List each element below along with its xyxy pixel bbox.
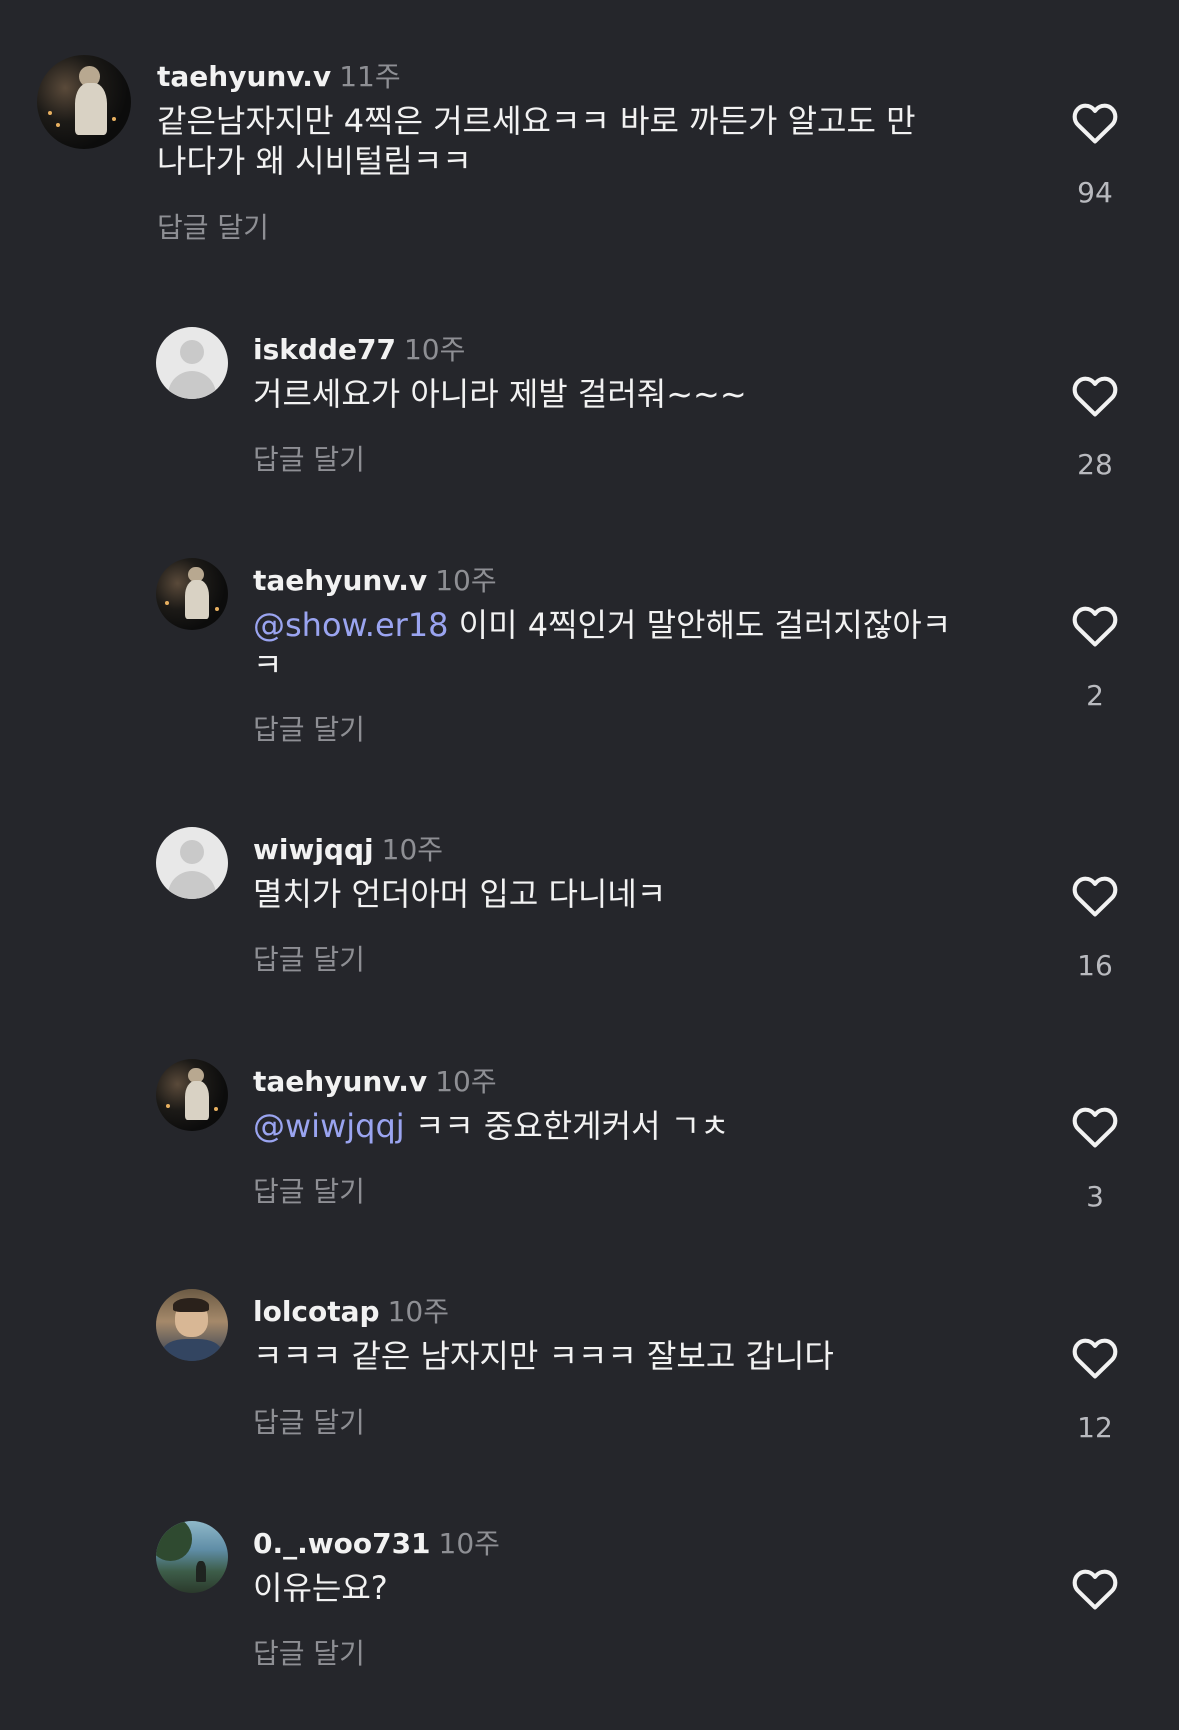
comment-text: 이유는요? xyxy=(253,1569,388,1607)
heart-outline-icon[interactable] xyxy=(1069,97,1121,149)
reply-button[interactable]: 답글 달기 xyxy=(253,938,365,978)
comment-text: 같은남자지만 4찍은 거르세요ㅋㅋ 바로 까든가 알고도 만나다가 왜 시비털림… xyxy=(157,102,916,180)
comment-time: 10주 xyxy=(387,1295,449,1328)
like-count: 12 xyxy=(1077,1411,1113,1444)
heart-outline-icon[interactable] xyxy=(1069,1332,1121,1384)
heart-outline-icon[interactable] xyxy=(1069,600,1121,652)
mention-link[interactable]: @show.er18 xyxy=(253,606,449,644)
comment-text: 멸치가 언더아머 입고 다니네ㅋ xyxy=(253,875,667,913)
avatar[interactable] xyxy=(156,827,228,899)
mention-link[interactable]: @wiwjqqj xyxy=(253,1107,405,1145)
like-count: 16 xyxy=(1077,949,1113,982)
comment-time: 10주 xyxy=(435,1065,497,1098)
avatar[interactable] xyxy=(156,1521,228,1593)
avatar[interactable] xyxy=(156,1059,228,1131)
heart-outline-icon[interactable] xyxy=(1069,1101,1121,1153)
reply-button[interactable]: 답글 달기 xyxy=(253,708,365,748)
reply-button[interactable]: 답글 달기 xyxy=(253,1401,365,1441)
reply-button[interactable]: 답글 달기 xyxy=(253,1632,365,1672)
comment-text: @wiwjqqj ㅋㅋ 중요한게커서 ㄱㅊ xyxy=(253,1107,730,1145)
comment-username[interactable]: 0._.woo731 10주 xyxy=(253,1522,500,1562)
comment-username[interactable]: taehyunv.v 10주 xyxy=(253,1060,497,1100)
avatar[interactable] xyxy=(156,558,228,630)
like-count: 2 xyxy=(1086,679,1104,712)
avatar[interactable] xyxy=(156,1289,228,1361)
comment-time: 10주 xyxy=(438,1527,500,1560)
reply-button[interactable]: 답글 달기 xyxy=(253,438,365,478)
comment-text: ㅋㅋㅋ 같은 남자지만 ㅋㅋㅋ 잘보고 갑니다 xyxy=(253,1337,834,1375)
comment-text: @show.er18 이미 4찍인거 말안해도 걸러지잖아ㅋㅋ xyxy=(253,606,952,684)
comment-time: 10주 xyxy=(403,333,466,366)
comment-username[interactable]: lolcotap 10주 xyxy=(253,1290,449,1330)
like-count: 28 xyxy=(1077,448,1113,481)
heart-outline-icon[interactable] xyxy=(1069,1563,1121,1615)
reply-button[interactable]: 답글 달기 xyxy=(253,1170,365,1210)
comment-username[interactable]: taehyunv.v 10주 xyxy=(253,559,497,599)
comment-username[interactable]: iskdde77 10주 xyxy=(253,328,465,368)
like-count: 3 xyxy=(1086,1180,1104,1213)
heart-outline-icon[interactable] xyxy=(1069,370,1121,422)
like-count: 94 xyxy=(1077,176,1113,209)
comment-time: 10주 xyxy=(435,564,497,597)
avatar[interactable] xyxy=(156,327,228,399)
comment-username[interactable]: taehyunv.v 11주 xyxy=(157,55,401,95)
comment-time: 10주 xyxy=(381,833,444,866)
comment-text: 거르세요가 아니라 제발 걸러줘~~~ xyxy=(253,375,747,413)
heart-outline-icon[interactable] xyxy=(1069,870,1121,922)
comment-username[interactable]: wiwjqqj 10주 xyxy=(253,828,443,868)
reply-button[interactable]: 답글 달기 xyxy=(157,206,269,246)
avatar[interactable] xyxy=(37,55,131,149)
comment-time: 11주 xyxy=(339,60,401,93)
